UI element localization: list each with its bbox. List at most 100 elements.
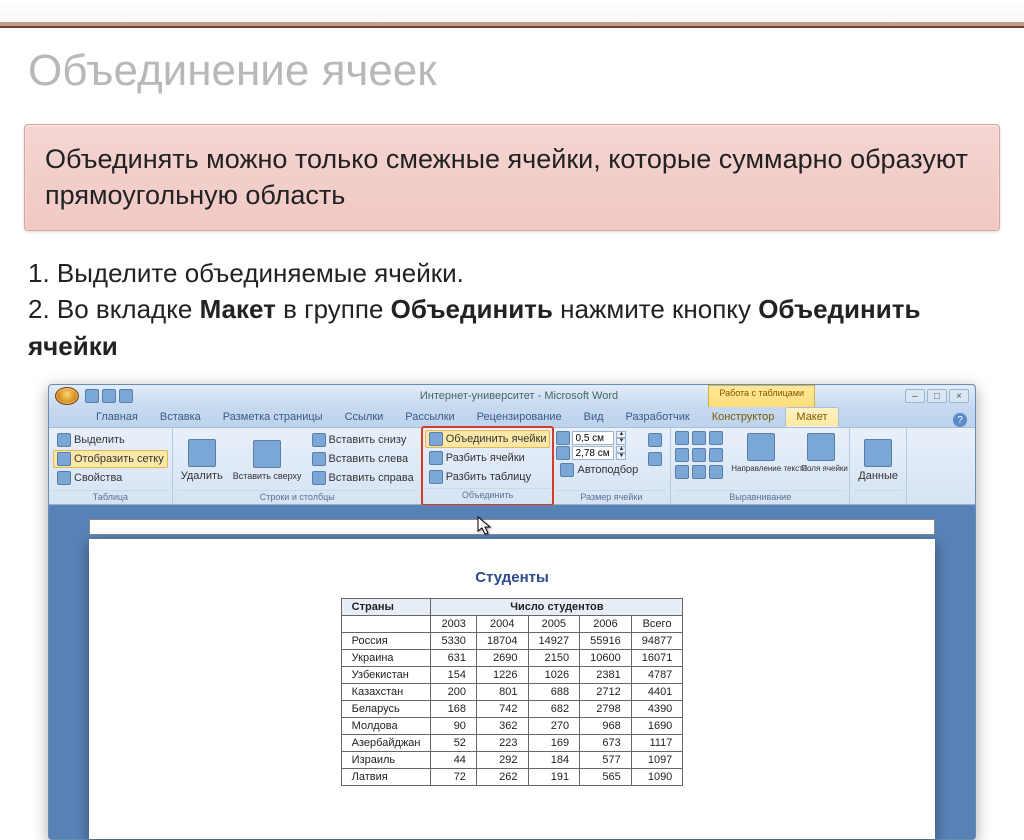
value-cell[interactable]: 292 <box>476 752 528 769</box>
autofit-button[interactable]: Автоподбор <box>556 461 642 479</box>
value-cell[interactable]: 4787 <box>631 667 683 684</box>
year-cell[interactable]: 2005 <box>528 616 580 633</box>
value-cell[interactable]: 94877 <box>631 633 683 650</box>
align-bl-icon[interactable] <box>675 465 689 479</box>
properties-button[interactable]: Свойства <box>53 469 168 487</box>
table-row[interactable]: Украина631269021501060016071 <box>341 650 683 667</box>
value-cell[interactable]: 673 <box>580 735 632 752</box>
value-cell[interactable]: 5330 <box>431 633 476 650</box>
value-cell[interactable]: 2798 <box>580 701 632 718</box>
horizontal-ruler[interactable] <box>89 519 935 535</box>
country-cell[interactable]: Азербайджан <box>341 735 431 752</box>
value-cell[interactable]: 270 <box>528 718 580 735</box>
qat-save-icon[interactable] <box>85 389 99 403</box>
value-cell[interactable]: 55916 <box>580 633 632 650</box>
table-row[interactable]: Беларусь16874268227984390 <box>341 701 683 718</box>
table-row[interactable]: Россия533018704149275591694877 <box>341 633 683 650</box>
value-cell[interactable]: 2712 <box>580 684 632 701</box>
students-table[interactable]: Страны Число студентов 2003200420052006В… <box>341 598 684 786</box>
align-bc-icon[interactable] <box>692 465 706 479</box>
value-cell[interactable]: 200 <box>431 684 476 701</box>
cell-margins-button[interactable]: Поля ячейки <box>797 431 845 475</box>
tab-layout[interactable]: Макет <box>785 407 838 427</box>
table-row[interactable]: Азербайджан522231696731117 <box>341 735 683 752</box>
value-cell[interactable]: 223 <box>476 735 528 752</box>
table-row[interactable]: Латвия722621915651090 <box>341 769 683 786</box>
value-cell[interactable]: 631 <box>431 650 476 667</box>
table-row[interactable]: Узбекистан1541226102623814787 <box>341 667 683 684</box>
show-grid-button[interactable]: Отобразить сетку <box>53 450 168 468</box>
text-direction-button[interactable]: Направление текста <box>727 431 795 475</box>
width-input[interactable] <box>572 446 614 460</box>
tab-review[interactable]: Рецензирование <box>466 407 573 427</box>
tab-insert[interactable]: Вставка <box>149 407 212 427</box>
maximize-button[interactable]: □ <box>927 389 947 403</box>
country-cell[interactable]: Узбекистан <box>341 667 431 684</box>
value-cell[interactable]: 577 <box>580 752 632 769</box>
align-mr-icon[interactable] <box>709 448 723 462</box>
width-spinner[interactable]: ▲▼ <box>556 446 642 460</box>
value-cell[interactable]: 688 <box>528 684 580 701</box>
height-input[interactable] <box>572 431 614 445</box>
header-country[interactable]: Страны <box>341 599 431 616</box>
minimize-button[interactable]: – <box>905 389 925 403</box>
value-cell[interactable]: 1690 <box>631 718 683 735</box>
align-mc-icon[interactable] <box>692 448 706 462</box>
value-cell[interactable]: 1090 <box>631 769 683 786</box>
delete-button[interactable]: Удалить <box>177 437 227 484</box>
value-cell[interactable]: 2381 <box>580 667 632 684</box>
value-cell[interactable]: 742 <box>476 701 528 718</box>
align-tr-icon[interactable] <box>709 431 723 445</box>
value-cell[interactable]: 184 <box>528 752 580 769</box>
value-cell[interactable]: 154 <box>431 667 476 684</box>
country-cell[interactable]: Молдова <box>341 718 431 735</box>
value-cell[interactable]: 362 <box>476 718 528 735</box>
select-button[interactable]: Выделить <box>53 431 168 449</box>
value-cell[interactable]: 682 <box>528 701 580 718</box>
tab-page-layout[interactable]: Разметка страницы <box>212 407 334 427</box>
distribute-rows-button[interactable] <box>644 431 666 449</box>
value-cell[interactable]: 4390 <box>631 701 683 718</box>
country-cell[interactable]: Казахстан <box>341 684 431 701</box>
tab-home[interactable]: Главная <box>85 407 149 427</box>
year-cell[interactable]: Всего <box>631 616 683 633</box>
value-cell[interactable]: 968 <box>580 718 632 735</box>
year-cell[interactable]: 2003 <box>431 616 476 633</box>
value-cell[interactable]: 44 <box>431 752 476 769</box>
value-cell[interactable]: 52 <box>431 735 476 752</box>
insert-above-button[interactable]: Вставить сверху <box>229 438 306 483</box>
insert-left-button[interactable]: Вставить слева <box>308 450 418 468</box>
header-students[interactable]: Число студентов <box>431 599 683 616</box>
country-cell[interactable]: Беларусь <box>341 701 431 718</box>
value-cell[interactable]: 18704 <box>476 633 528 650</box>
align-br-icon[interactable] <box>709 465 723 479</box>
value-cell[interactable]: 10600 <box>580 650 632 667</box>
distribute-cols-button[interactable] <box>644 450 666 468</box>
help-icon[interactable]: ? <box>953 413 967 427</box>
year-cell[interactable]: 2006 <box>580 616 632 633</box>
table-row[interactable]: Израиль442921845771097 <box>341 752 683 769</box>
value-cell[interactable]: 169 <box>528 735 580 752</box>
country-cell[interactable]: Израиль <box>341 752 431 769</box>
qat-redo-icon[interactable] <box>119 389 133 403</box>
value-cell[interactable]: 1097 <box>631 752 683 769</box>
value-cell[interactable]: 14927 <box>528 633 580 650</box>
value-cell[interactable]: 262 <box>476 769 528 786</box>
table-row[interactable]: Казахстан20080168827124401 <box>341 684 683 701</box>
value-cell[interactable]: 1026 <box>528 667 580 684</box>
split-table-button[interactable]: Разбить таблицу <box>425 468 551 486</box>
tab-view[interactable]: Вид <box>573 407 615 427</box>
tab-mailings[interactable]: Рассылки <box>394 407 465 427</box>
office-button[interactable] <box>55 387 79 405</box>
value-cell[interactable]: 191 <box>528 769 580 786</box>
merge-cells-button[interactable]: Объединить ячейки <box>425 430 551 448</box>
qat-undo-icon[interactable] <box>102 389 116 403</box>
tab-references[interactable]: Ссылки <box>334 407 395 427</box>
value-cell[interactable]: 801 <box>476 684 528 701</box>
split-cells-button[interactable]: Разбить ячейки <box>425 449 551 467</box>
value-cell[interactable]: 90 <box>431 718 476 735</box>
value-cell[interactable]: 16071 <box>631 650 683 667</box>
year-cell[interactable]: 2004 <box>476 616 528 633</box>
height-spinner[interactable]: ▲▼ <box>556 431 642 445</box>
align-tl-icon[interactable] <box>675 431 689 445</box>
